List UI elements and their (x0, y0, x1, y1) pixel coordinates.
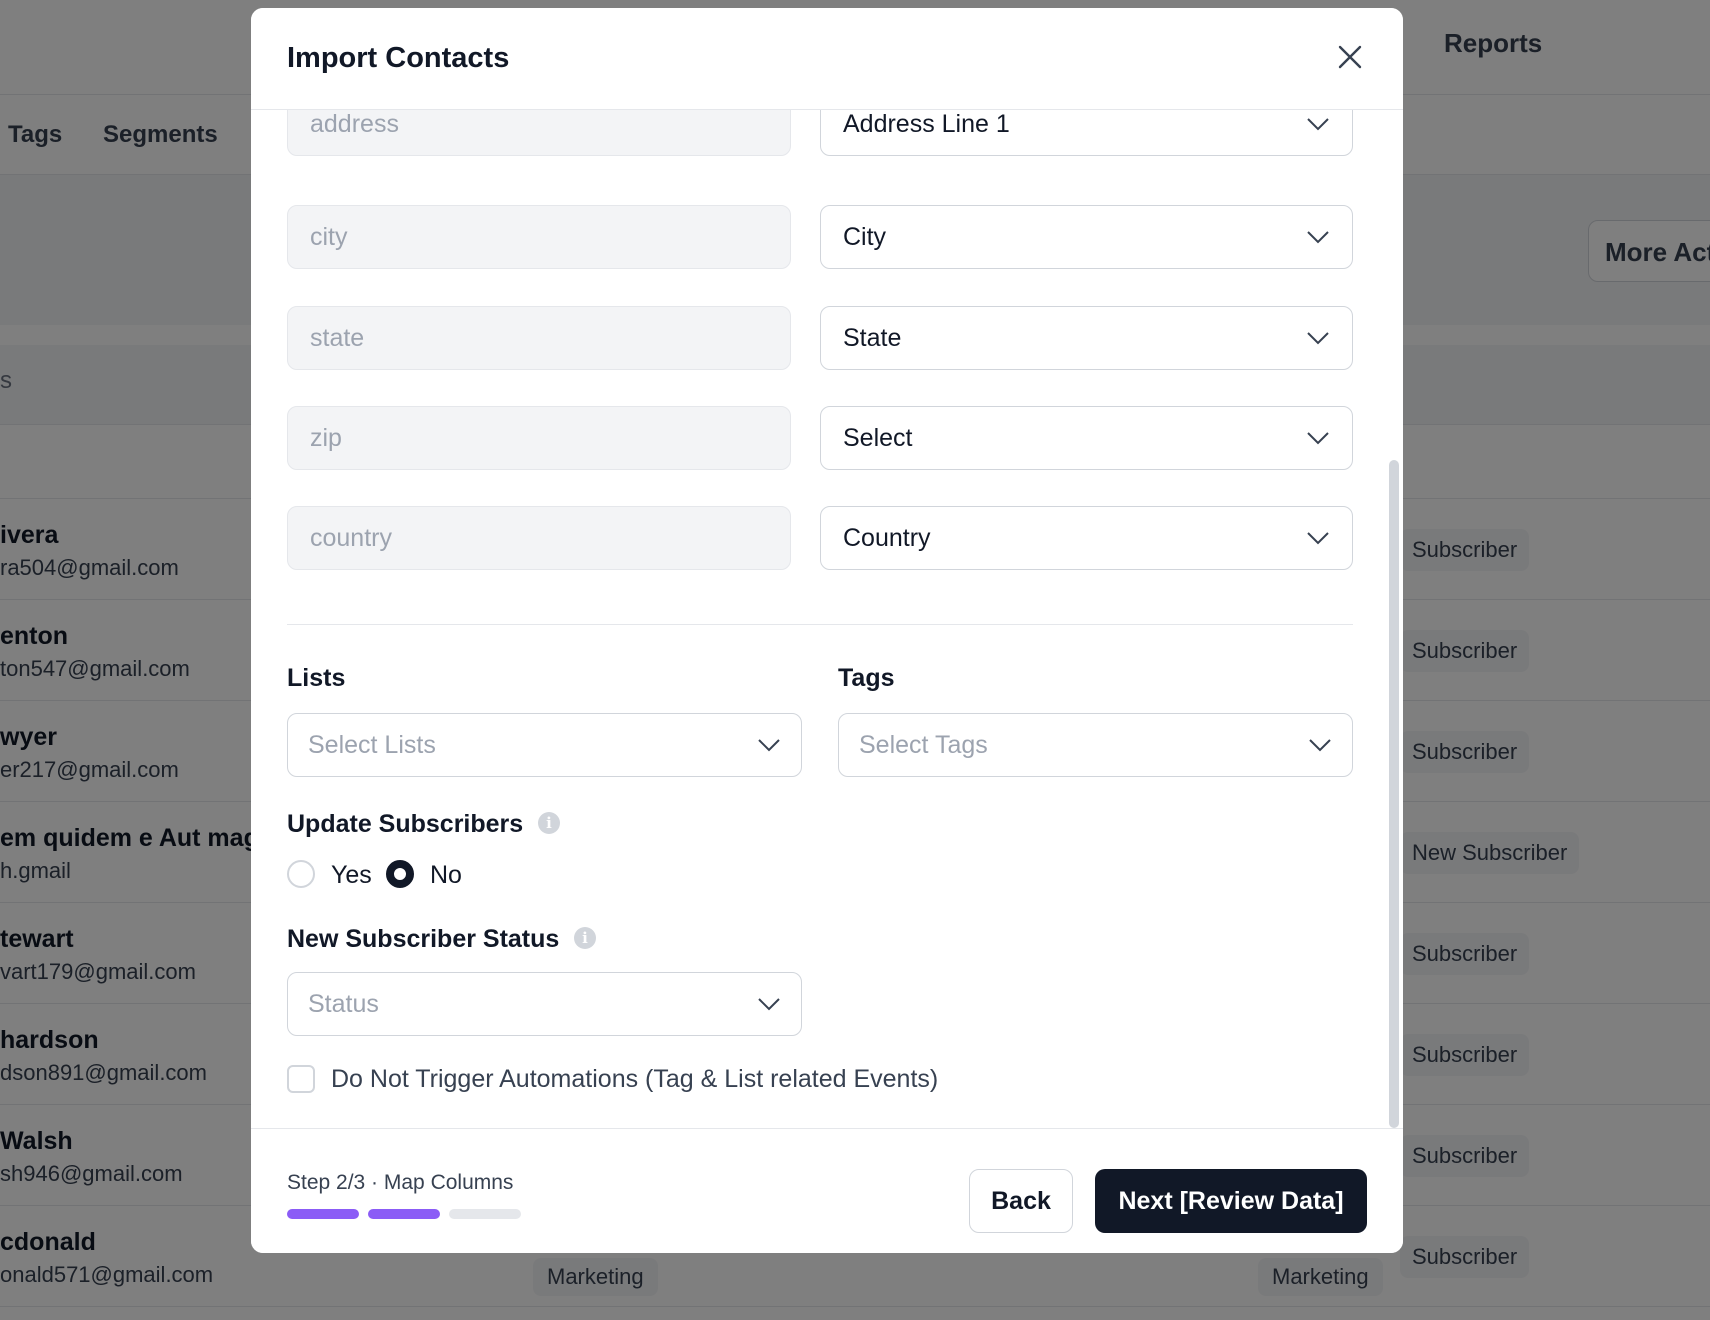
chevron-down-icon (1307, 532, 1329, 545)
radio-no-label[interactable]: No (430, 861, 462, 890)
tags-label: Tags (838, 664, 895, 692)
back-button[interactable]: Back (969, 1169, 1073, 1233)
modal-footer: Step 2/3 · Map Columns Back Next [Review… (251, 1128, 1403, 1253)
target-field-select-address[interactable]: Address Line 1 (820, 110, 1353, 156)
import-contacts-modal: Import Contacts address Address Line 1 c… (251, 8, 1403, 1253)
chevron-down-icon (1307, 118, 1329, 131)
target-field-select-zip[interactable]: Select (820, 406, 1353, 470)
info-icon[interactable]: i (538, 812, 560, 834)
target-field-select-country[interactable]: Country (820, 506, 1353, 570)
lists-select[interactable]: Select Lists (287, 713, 802, 777)
lists-label: Lists (287, 664, 346, 692)
modal-title: Import Contacts (287, 42, 510, 74)
progress-step-1 (287, 1209, 359, 1219)
target-field-value: Select (843, 423, 913, 452)
modal-header: Import Contacts (251, 8, 1403, 110)
progress-step-2 (368, 1209, 440, 1219)
radio-yes-label[interactable]: Yes (331, 861, 372, 890)
info-icon[interactable]: i (574, 927, 596, 949)
target-field-select-city[interactable]: City (820, 205, 1353, 269)
close-button[interactable] (1331, 38, 1369, 76)
radio-no[interactable] (386, 860, 414, 888)
step-indicator: Step 2/3 · Map Columns (287, 1171, 514, 1194)
source-column-country: country (287, 506, 791, 570)
update-subscribers-label: Update Subscribers (287, 810, 524, 838)
lists-placeholder: Select Lists (308, 730, 436, 759)
progress-step-3 (449, 1209, 521, 1219)
no-trigger-automations-checkbox[interactable] (287, 1065, 315, 1093)
status-select[interactable]: Status (287, 972, 802, 1036)
target-field-value: City (843, 222, 887, 251)
modal-body: address Address Line 1 city City state S… (251, 110, 1403, 1137)
target-field-value: Country (843, 523, 931, 552)
next-review-data-button[interactable]: Next [Review Data] (1095, 1169, 1367, 1233)
new-subscriber-status-label: New Subscriber Status (287, 925, 560, 953)
status-placeholder: Status (308, 989, 379, 1018)
chevron-down-icon (758, 739, 780, 752)
source-column-state: state (287, 306, 791, 370)
chevron-down-icon (1309, 739, 1331, 752)
close-icon (1338, 45, 1362, 69)
source-column-address: address (287, 110, 791, 156)
tags-select[interactable]: Select Tags (838, 713, 1353, 777)
chevron-down-icon (1307, 432, 1329, 445)
chevron-down-icon (1307, 332, 1329, 345)
chevron-down-icon (1307, 231, 1329, 244)
chevron-down-icon (758, 998, 780, 1011)
source-column-zip: zip (287, 406, 791, 470)
target-field-select-state[interactable]: State (820, 306, 1353, 370)
tags-placeholder: Select Tags (859, 730, 988, 759)
modal-scrollbar[interactable] (1389, 460, 1399, 1128)
source-column-city: city (287, 205, 791, 269)
no-trigger-automations-label[interactable]: Do Not Trigger Automations (Tag & List r… (331, 1065, 938, 1094)
section-divider (287, 624, 1353, 625)
radio-yes[interactable] (287, 860, 315, 888)
target-field-value: State (843, 323, 902, 352)
target-field-value: Address Line 1 (843, 110, 1010, 138)
